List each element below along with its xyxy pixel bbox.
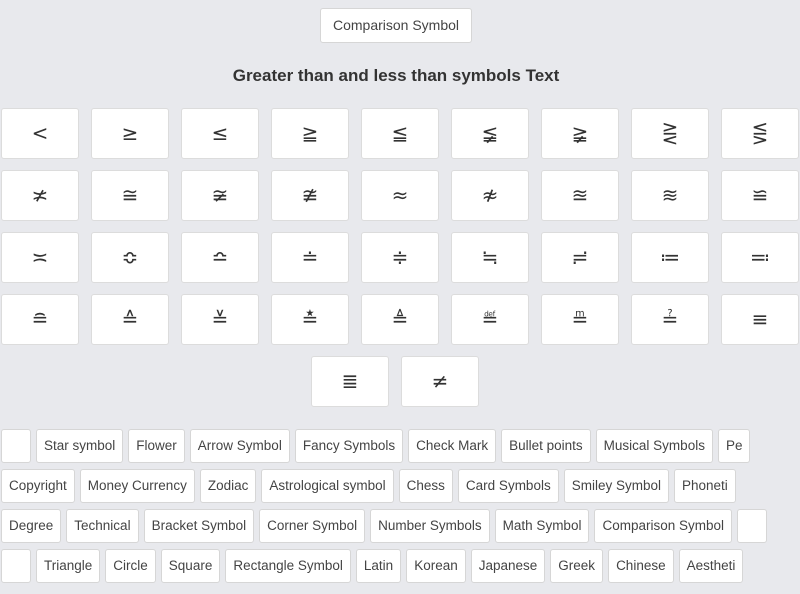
symbol-card[interactable]: ≌ — [721, 170, 799, 221]
symbol-card[interactable]: ≝ — [451, 294, 529, 345]
category-tag[interactable]: Money Currency — [79, 469, 195, 503]
category-tag[interactable]: Card Symbols — [457, 469, 559, 503]
category-tag[interactable]: Bracket Symbol — [143, 509, 255, 543]
page-title: Greater than and less than symbols Text — [232, 66, 560, 85]
symbol-card[interactable]: ≕ — [721, 232, 799, 283]
symbol-card[interactable]: ≓ — [541, 232, 619, 283]
symbol-card[interactable]: ≚ — [181, 294, 259, 345]
symbol-card[interactable]: ≠ — [401, 356, 479, 407]
category-tag[interactable] — [1, 549, 31, 583]
category-tag[interactable]: Math Symbol — [494, 509, 590, 543]
symbol-card[interactable]: ≛ — [271, 294, 349, 345]
symbol-card[interactable]: ≆ — [181, 170, 259, 221]
symbol-card[interactable]: ≘ — [1, 294, 79, 345]
symbol-card[interactable]: ≑ — [361, 232, 439, 283]
symbol-card[interactable]: ≎ — [91, 232, 169, 283]
category-tag[interactable]: Latin — [355, 549, 402, 583]
symbol-card[interactable]: ≋ — [631, 170, 709, 221]
category-tag[interactable]: Corner Symbol — [259, 509, 366, 543]
symbol-card[interactable]: ≤ — [181, 108, 259, 159]
category-tag[interactable]: Arrow Symbol — [189, 429, 290, 463]
category-tag[interactable]: Flower — [128, 429, 185, 463]
symbol-card[interactable]: ⋚ — [721, 108, 799, 159]
category-tag[interactable]: Technical — [66, 509, 139, 543]
category-tag[interactable]: Triangle — [36, 549, 101, 583]
symbol-card[interactable]: ≭ — [1, 170, 79, 221]
category-tag[interactable]: Aestheti — [678, 549, 744, 583]
category-tag[interactable]: Degree — [1, 509, 62, 543]
category-tag[interactable]: Musical Symbols — [595, 429, 713, 463]
category-tag[interactable] — [1, 429, 31, 463]
symbol-card[interactable]: ⋛ — [631, 108, 709, 159]
symbol-card[interactable]: ≥ — [91, 108, 169, 159]
category-tag[interactable]: Chinese — [608, 549, 674, 583]
category-tag[interactable]: Circle — [105, 549, 156, 583]
symbol-card[interactable]: ≐ — [271, 232, 349, 283]
symbol-card[interactable]: ≒ — [451, 232, 529, 283]
symbol-card[interactable]: ≏ — [181, 232, 259, 283]
comparison-symbol-button[interactable]: Comparison Symbol — [320, 8, 472, 43]
symbol-card[interactable]: ≈ — [361, 170, 439, 221]
symbol-card[interactable]: ≩ — [541, 108, 619, 159]
symbol-card[interactable]: ≍ — [1, 232, 79, 283]
symbol-card[interactable]: ≦ — [361, 108, 439, 159]
category-tags: Star symbol Flower Arrow Symbol Fancy Symbo… — [0, 429, 800, 583]
category-tag[interactable]: Smiley Symbol — [563, 469, 669, 503]
symbol-card[interactable]: ≨ — [451, 108, 529, 159]
category-tag[interactable]: Star symbol — [36, 429, 124, 463]
symbol-card[interactable]: ≡ — [721, 294, 799, 345]
category-tag[interactable]: Fancy Symbols — [294, 429, 404, 463]
category-tag[interactable]: Japanese — [470, 549, 546, 583]
symbol-card[interactable]: ≇ — [271, 170, 349, 221]
category-tag[interactable]: Pe — [717, 429, 751, 463]
category-tag[interactable]: Greek — [550, 549, 604, 583]
symbol-card[interactable]: ≙ — [91, 294, 169, 345]
category-tag[interactable]: Astrological symbol — [261, 469, 394, 503]
symbol-card[interactable]: ≣ — [311, 356, 389, 407]
category-tag[interactable]: Check Mark — [408, 429, 497, 463]
symbol-card[interactable]: ≊ — [541, 170, 619, 221]
symbol-card[interactable]: ≔ — [631, 232, 709, 283]
symbol-card[interactable]: < — [1, 108, 79, 159]
category-tag[interactable] — [737, 509, 767, 543]
symbol-card[interactable]: ≅ — [91, 170, 169, 221]
symbol-card[interactable]: ≟ — [631, 294, 709, 345]
category-tag[interactable]: Phoneti — [673, 469, 736, 503]
category-tag[interactable]: Korean — [406, 549, 466, 583]
category-tag[interactable]: Copyright — [1, 469, 75, 503]
category-tag[interactable]: Rectangle Symbol — [225, 549, 351, 583]
category-tag[interactable]: Chess — [398, 469, 453, 503]
symbol-card[interactable]: ≧ — [271, 108, 349, 159]
category-tag[interactable]: Bullet points — [501, 429, 591, 463]
symbol-card[interactable]: ≞ — [541, 294, 619, 345]
category-tag[interactable]: Zodiac — [199, 469, 257, 503]
symbol-card[interactable]: ≜ — [361, 294, 439, 345]
category-tag[interactable]: Square — [160, 549, 221, 583]
symbol-card[interactable]: ≉ — [451, 170, 529, 221]
category-tag[interactable]: Number Symbols — [370, 509, 490, 543]
category-tag[interactable]: Comparison Symbol — [594, 509, 732, 543]
